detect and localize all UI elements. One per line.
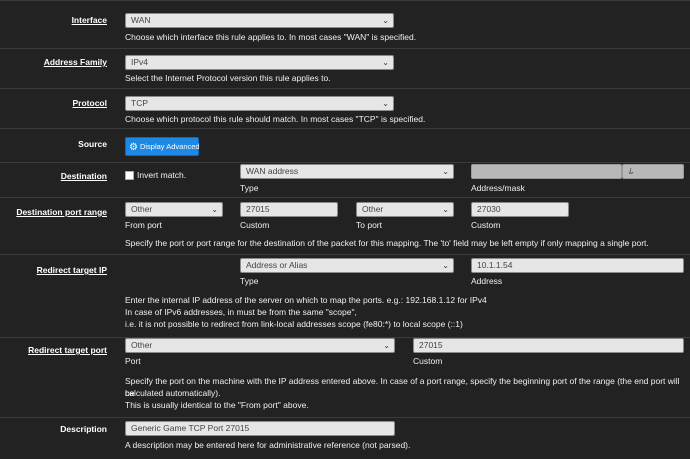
to-port-custom-input[interactable]: 27030 [471,202,569,217]
destination-address-input[interactable] [471,164,622,179]
address-family-label: Address Family [43,57,107,67]
redirect-ip-help-1: Enter the internal IP address of the ser… [125,295,487,305]
from-port-custom-input[interactable]: 27015 [240,202,338,217]
source-row: Source [0,128,690,162]
chevron-down-icon: ⌄ [382,99,389,108]
source-label: Source [78,139,107,149]
address-family-select[interactable]: IPv4 ⌄ [125,55,394,70]
destination-mask-select[interactable]: / ⌄ [622,164,684,179]
redirect-ip-label: Redirect target IP [36,265,107,275]
redirect-ip-address-input[interactable]: 10.1.1.54 [471,258,684,273]
from-port-sub: From port [125,220,162,230]
chevron-down-icon: ⌄ [383,341,390,350]
destination-type-select[interactable]: WAN address ⌄ [240,164,454,179]
chevron-down-icon: ⌄ [442,167,449,176]
display-advanced-label: Display Advanced [139,142,200,151]
from-port-select-value: Other [131,204,153,214]
address-family-select-value: IPv4 [131,57,149,67]
destination-type-sub: Type [240,183,259,193]
from-port-select[interactable]: Other ⌄ [125,202,223,217]
address-family-row: Address Family IPv4 ⌄ Select the Interne… [0,48,690,88]
redirect-port-custom-sub: Custom [413,356,443,366]
destination-type-value: WAN address [246,166,299,176]
address-family-help: Select the Internet Protocol version thi… [125,73,331,83]
interface-label: Interface [71,15,107,25]
interface-help: Choose which interface this rule applies… [125,32,417,42]
redirect-port-help-3: This is usually identical to the "From p… [125,400,309,410]
redirect-port-select[interactable]: Other ⌄ [125,338,395,353]
protocol-help: Choose which protocol this rule should m… [125,114,426,124]
interface-row: Interface WAN ⌄ Choose which interface t… [0,0,690,48]
chevron-down-icon: ⌄ [442,261,449,270]
destination-address-sub: Address/mask [471,183,525,193]
protocol-select[interactable]: TCP ⌄ [125,96,394,111]
description-label: Description [60,424,107,434]
protocol-select-value: TCP [131,98,148,108]
description-help: A description may be entered here for ad… [125,440,411,450]
redirect-ip-help-3: i.e. it is not possible to redirect from… [125,319,463,329]
to-port-select[interactable]: Other ⌄ [356,202,454,217]
mask-separator: / [629,166,632,176]
dest-port-range-help: Specify the port or port range for the d… [125,238,649,248]
chevron-down-icon: ⌄ [382,16,389,25]
display-advanced-button[interactable]: ⚙ Display Advanced [125,137,200,156]
redirect-ip-address-sub: Address [471,276,503,286]
dest-port-range-label: Destination port range [16,207,107,217]
redirect-port-custom-input[interactable]: 27015 [413,338,684,353]
redirect-ip-type-value: Address or Alias [246,260,308,270]
destination-label: Destination [60,171,107,181]
redirect-port-help-2: calculated automatically). [125,388,221,398]
redirect-port-select-value: Other [131,340,153,350]
redirect-port-sub: Port [125,356,141,366]
to-port-select-value: Other [362,204,384,214]
redirect-ip-help-2: In case of IPv6 addresses, in must be fr… [125,307,357,317]
redirect-ip-type-select[interactable]: Address or Alias ⌄ [240,258,454,273]
gear-icon: ⚙ [129,142,138,153]
interface-select-value: WAN [131,15,151,25]
chevron-down-icon: ⌄ [382,58,389,67]
to-port-sub: To port [356,220,382,230]
protocol-row: Protocol TCP ⌄ Choose which protocol thi… [0,88,690,128]
interface-select[interactable]: WAN ⌄ [125,13,394,28]
chevron-down-icon: ⌄ [211,205,218,214]
to-port-custom-sub: Custom [471,220,501,230]
from-port-custom-sub: Custom [240,220,270,230]
protocol-label: Protocol [72,98,107,108]
redirect-ip-type-sub: Type [240,276,259,286]
description-input[interactable]: Generic Game TCP Port 27015 [125,421,395,436]
chevron-down-icon: ⌄ [442,205,449,214]
redirect-port-label: Redirect target port [28,345,107,355]
invert-match-label: Invert match. [137,170,187,180]
invert-match-checkbox[interactable] [125,171,134,180]
